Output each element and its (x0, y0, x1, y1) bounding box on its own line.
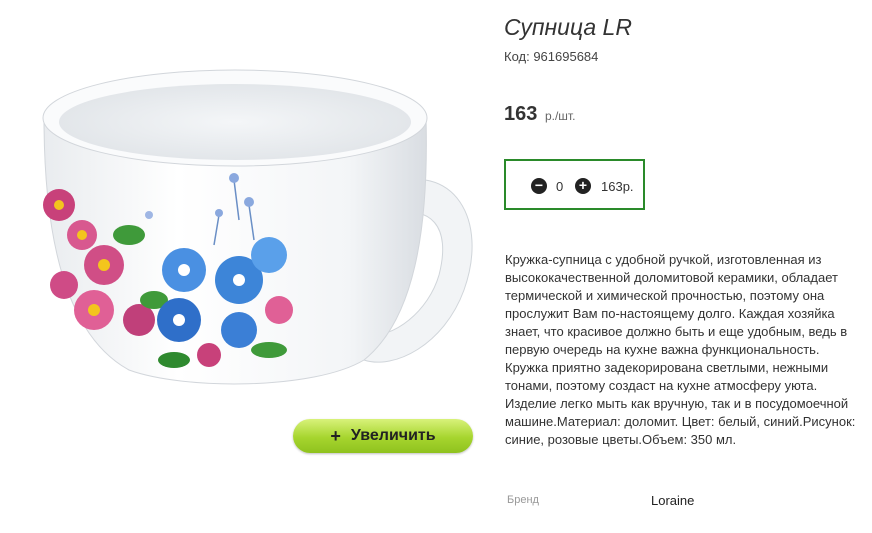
price-value: 163 (504, 103, 538, 125)
quantity-value: 0 (556, 179, 564, 194)
quantity-selector: − 0 + 163р. (504, 159, 645, 210)
minus-icon[interactable]: − (531, 178, 547, 194)
quantity-total: 163р. (601, 179, 634, 194)
product-description: Кружка-супница с удобной ручкой, изготов… (505, 252, 856, 447)
zoom-button-label: Увеличить (350, 427, 436, 444)
product-image[interactable]: + Увеличить (34, 10, 486, 465)
product-price: 163 р./шт. (504, 103, 575, 126)
zoom-button[interactable]: + Увеличить (293, 419, 473, 453)
price-unit: р./шт. (544, 109, 576, 123)
cup-illustration (42, 69, 473, 385)
brand-label: Бренд (507, 494, 539, 506)
plus-icon: + (330, 425, 341, 446)
product-title: Супница LR (504, 14, 632, 40)
product-code: Код: 961695684 (504, 49, 599, 64)
plus-circle-icon[interactable]: + (575, 178, 591, 194)
brand-value: Loraine (651, 493, 695, 508)
